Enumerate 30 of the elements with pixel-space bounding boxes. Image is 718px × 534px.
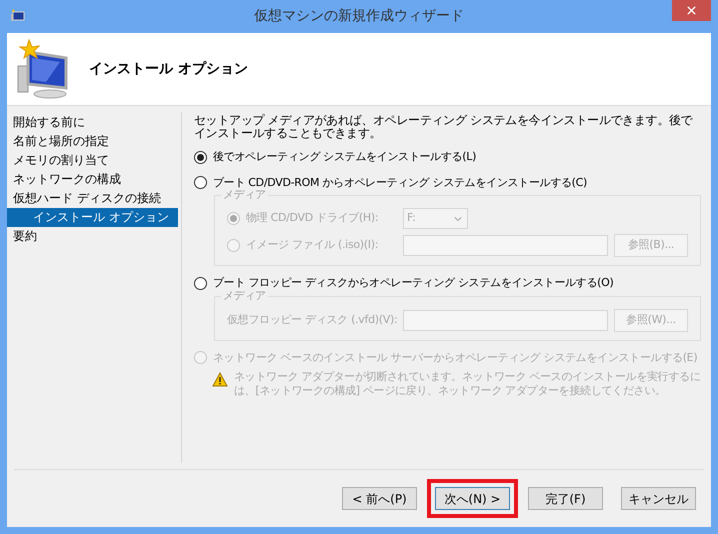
wizard-button[interactable]: 完了(F)	[528, 487, 603, 510]
install-option[interactable]: ブート フロッピー ディスクからオペレーティング システムをインストールする(O)	[194, 275, 701, 292]
close-icon	[685, 4, 698, 17]
group-legend: メディア	[221, 288, 268, 302]
window-title: 仮想マシンの新規作成ウィザード	[254, 7, 464, 26]
wizard-button[interactable]: < 前へ(P)	[342, 487, 417, 510]
wizard-button[interactable]: 次へ(N) >	[435, 487, 510, 510]
intro-text: セットアップ メディアがあれば、オペレーティング システムを今インストールできます。後でインストールすることもできます。	[194, 114, 694, 140]
path-field[interactable]	[403, 235, 608, 256]
wizard-step[interactable]: インストール オプション	[7, 208, 178, 227]
wizard-step[interactable]: メモリの割り当て	[7, 151, 178, 170]
warning-text: ネットワーク アダプターが切断されています。ネットワーク ベースのインストールを実行するには、[ネットワークの構成] ページに戻り、ネットワーク アダプターを接続してください。	[234, 370, 701, 398]
field-label: 仮想フロッピー ディスク (.vfd)(V):	[227, 312, 397, 328]
install-option[interactable]: ブート CD/DVD-ROM からオペレーティング システムをインストールする(C)	[194, 174, 701, 191]
install-option[interactable]: 後でオペレーティング システムをインストールする(L)	[194, 149, 701, 166]
radio-button[interactable]	[194, 176, 207, 190]
close-button[interactable]	[672, 0, 711, 21]
wizard-button[interactable]: キャンセル	[621, 487, 696, 510]
wizard-step[interactable]: 仮想ハード ディスクの接続	[7, 189, 178, 208]
wizard-step[interactable]: 名前と場所の指定	[7, 132, 178, 151]
group-legend: メディア	[221, 188, 268, 202]
page-title: インストール オプション	[89, 60, 248, 78]
radio-button[interactable]	[194, 276, 207, 290]
wizard-step[interactable]: ネットワークの構成	[7, 170, 178, 189]
radio-button[interactable]	[194, 150, 207, 164]
wizard-step[interactable]: 開始する前に	[7, 113, 178, 132]
wizard-step[interactable]: 要約	[7, 227, 178, 246]
warning-icon	[212, 372, 228, 387]
path-field[interactable]	[403, 310, 608, 330]
app-icon	[10, 9, 26, 23]
